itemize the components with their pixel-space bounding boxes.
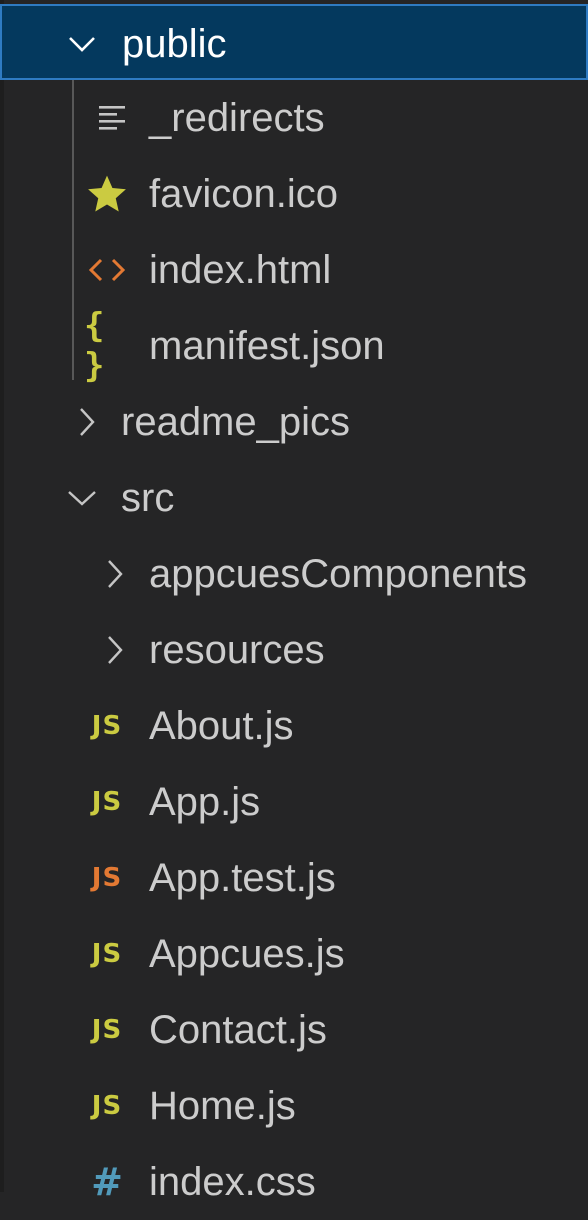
tree-item-about-js[interactable]: JS About.js [0,688,588,764]
tree-item-redirects[interactable]: _redirects [0,80,588,156]
tree-item-label: readme_pics [121,400,351,444]
js-icon: JS [91,1091,123,1121]
tree-item-index-html[interactable]: index.html [0,232,588,308]
js-icon: JS [91,711,123,741]
tree-item-label: public [122,22,227,66]
tree-item-label: About.js [149,704,294,748]
tree-item-appcues-js[interactable]: JS Appcues.js [0,916,588,992]
tree-item-public[interactable]: public [0,4,588,80]
chevron-right-icon[interactable] [100,536,130,612]
js-icon: JS [91,787,123,817]
tree-item-readme-pics[interactable]: readme_pics [0,384,588,460]
chevron-right-icon[interactable] [72,384,102,460]
chevron-down-icon[interactable] [62,460,102,536]
tree-item-index-css[interactable]: # index.css [0,1144,588,1220]
tree-item-app-js[interactable]: JS App.js [0,764,588,840]
tree-item-label: appcuesComponents [149,552,528,596]
tree-item-app-test-js[interactable]: JS App.test.js [0,840,588,916]
tree-item-manifest-json[interactable]: { } manifest.json [0,306,588,386]
tree-item-label: resources [149,628,325,672]
tree-item-label: manifest.json [149,324,385,368]
file-explorer-tree: public _redirects favicon.ico index.html… [0,0,588,1204]
tree-item-favicon[interactable]: favicon.ico [0,156,588,232]
tree-item-label: favicon.ico [149,172,338,216]
tree-item-label: Appcues.js [149,932,345,976]
tree-item-home-js[interactable]: JS Home.js [0,1068,588,1144]
js-icon: JS [91,1015,123,1045]
tree-item-src[interactable]: src [0,460,588,536]
json-braces-icon: { } [84,306,107,386]
js-test-icon: JS [91,863,123,893]
tree-item-appcues-components[interactable]: appcuesComponents [0,536,588,612]
html-code-icon [86,232,128,308]
text-lines-icon [92,80,132,156]
tree-item-label: Home.js [149,1084,296,1128]
tree-item-resources[interactable]: resources [0,612,588,688]
chevron-down-icon[interactable] [62,6,102,82]
tree-item-label: Contact.js [149,1008,327,1052]
js-icon: JS [91,939,123,969]
tree-item-label: App.test.js [149,856,336,900]
chevron-right-icon[interactable] [100,612,130,688]
tree-item-label: index.html [149,248,332,292]
tree-item-contact-js[interactable]: JS Contact.js [0,992,588,1068]
css-hash-icon: # [91,1160,123,1204]
star-icon [84,156,130,232]
tree-item-label: index.css [149,1160,316,1204]
tree-item-label: src [121,476,175,520]
tree-item-label: App.js [149,780,261,824]
tree-item-label: _redirects [149,96,325,140]
